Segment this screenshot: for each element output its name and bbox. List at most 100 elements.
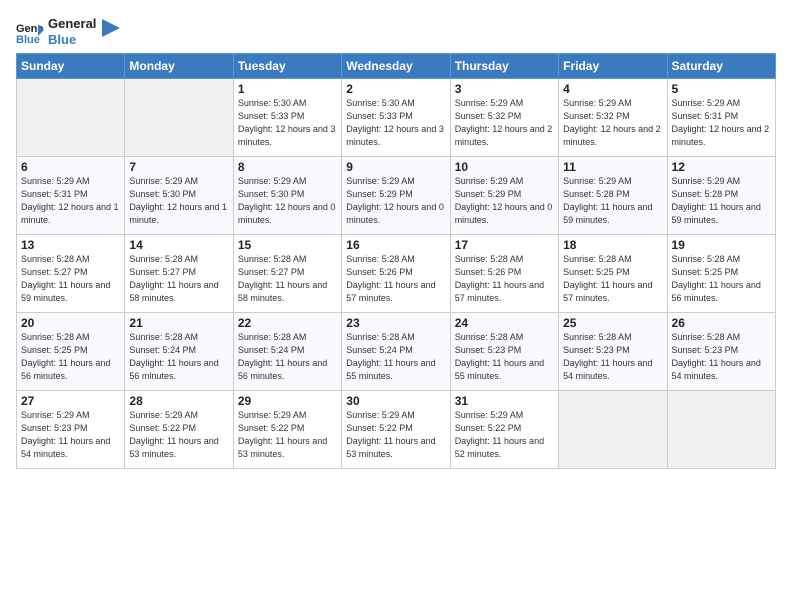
calendar-cell: 7Sunrise: 5:29 AM Sunset: 5:30 PM Daylig… bbox=[125, 157, 233, 235]
day-info: Sunrise: 5:28 AM Sunset: 5:25 PM Dayligh… bbox=[21, 331, 120, 383]
day-info: Sunrise: 5:28 AM Sunset: 5:24 PM Dayligh… bbox=[238, 331, 337, 383]
day-number: 13 bbox=[21, 238, 120, 252]
day-number: 22 bbox=[238, 316, 337, 330]
header: General Blue General Blue bbox=[16, 10, 776, 47]
calendar-cell: 13Sunrise: 5:28 AM Sunset: 5:27 PM Dayli… bbox=[17, 235, 125, 313]
logo-line2: Blue bbox=[48, 32, 96, 48]
day-number: 28 bbox=[129, 394, 228, 408]
calendar-week-2: 6Sunrise: 5:29 AM Sunset: 5:31 PM Daylig… bbox=[17, 157, 776, 235]
day-info: Sunrise: 5:29 AM Sunset: 5:29 PM Dayligh… bbox=[455, 175, 554, 227]
day-info: Sunrise: 5:28 AM Sunset: 5:26 PM Dayligh… bbox=[455, 253, 554, 305]
calendar-week-3: 13Sunrise: 5:28 AM Sunset: 5:27 PM Dayli… bbox=[17, 235, 776, 313]
day-info: Sunrise: 5:28 AM Sunset: 5:24 PM Dayligh… bbox=[346, 331, 445, 383]
day-number: 1 bbox=[238, 82, 337, 96]
calendar-cell: 24Sunrise: 5:28 AM Sunset: 5:23 PM Dayli… bbox=[450, 313, 558, 391]
day-number: 11 bbox=[563, 160, 662, 174]
calendar-cell: 20Sunrise: 5:28 AM Sunset: 5:25 PM Dayli… bbox=[17, 313, 125, 391]
calendar-cell: 29Sunrise: 5:29 AM Sunset: 5:22 PM Dayli… bbox=[233, 391, 341, 469]
logo: General Blue General Blue bbox=[16, 16, 120, 47]
day-info: Sunrise: 5:28 AM Sunset: 5:25 PM Dayligh… bbox=[672, 253, 771, 305]
calendar-cell: 9Sunrise: 5:29 AM Sunset: 5:29 PM Daylig… bbox=[342, 157, 450, 235]
day-info: Sunrise: 5:29 AM Sunset: 5:30 PM Dayligh… bbox=[129, 175, 228, 227]
day-number: 29 bbox=[238, 394, 337, 408]
day-number: 7 bbox=[129, 160, 228, 174]
calendar-cell: 11Sunrise: 5:29 AM Sunset: 5:28 PM Dayli… bbox=[559, 157, 667, 235]
calendar-cell bbox=[559, 391, 667, 469]
col-header-friday: Friday bbox=[559, 54, 667, 79]
day-number: 6 bbox=[21, 160, 120, 174]
day-number: 18 bbox=[563, 238, 662, 252]
col-header-sunday: Sunday bbox=[17, 54, 125, 79]
calendar-cell: 25Sunrise: 5:28 AM Sunset: 5:23 PM Dayli… bbox=[559, 313, 667, 391]
calendar-cell: 14Sunrise: 5:28 AM Sunset: 5:27 PM Dayli… bbox=[125, 235, 233, 313]
day-number: 8 bbox=[238, 160, 337, 174]
col-header-monday: Monday bbox=[125, 54, 233, 79]
col-header-saturday: Saturday bbox=[667, 54, 775, 79]
day-info: Sunrise: 5:28 AM Sunset: 5:27 PM Dayligh… bbox=[21, 253, 120, 305]
day-info: Sunrise: 5:29 AM Sunset: 5:29 PM Dayligh… bbox=[346, 175, 445, 227]
day-number: 3 bbox=[455, 82, 554, 96]
day-info: Sunrise: 5:28 AM Sunset: 5:24 PM Dayligh… bbox=[129, 331, 228, 383]
calendar-cell: 5Sunrise: 5:29 AM Sunset: 5:31 PM Daylig… bbox=[667, 79, 775, 157]
svg-text:Blue: Blue bbox=[16, 34, 40, 44]
day-number: 12 bbox=[672, 160, 771, 174]
day-info: Sunrise: 5:29 AM Sunset: 5:22 PM Dayligh… bbox=[129, 409, 228, 461]
logo-line1: General bbox=[48, 16, 96, 32]
day-number: 24 bbox=[455, 316, 554, 330]
calendar-cell bbox=[17, 79, 125, 157]
logo-icon: General Blue bbox=[16, 20, 44, 44]
day-info: Sunrise: 5:29 AM Sunset: 5:30 PM Dayligh… bbox=[238, 175, 337, 227]
day-info: Sunrise: 5:29 AM Sunset: 5:31 PM Dayligh… bbox=[21, 175, 120, 227]
calendar-cell: 31Sunrise: 5:29 AM Sunset: 5:22 PM Dayli… bbox=[450, 391, 558, 469]
day-info: Sunrise: 5:28 AM Sunset: 5:27 PM Dayligh… bbox=[238, 253, 337, 305]
day-number: 5 bbox=[672, 82, 771, 96]
day-number: 23 bbox=[346, 316, 445, 330]
day-number: 21 bbox=[129, 316, 228, 330]
day-info: Sunrise: 5:28 AM Sunset: 5:23 PM Dayligh… bbox=[455, 331, 554, 383]
day-info: Sunrise: 5:29 AM Sunset: 5:28 PM Dayligh… bbox=[563, 175, 662, 227]
day-number: 10 bbox=[455, 160, 554, 174]
calendar-cell: 18Sunrise: 5:28 AM Sunset: 5:25 PM Dayli… bbox=[559, 235, 667, 313]
day-info: Sunrise: 5:28 AM Sunset: 5:23 PM Dayligh… bbox=[672, 331, 771, 383]
calendar-cell: 4Sunrise: 5:29 AM Sunset: 5:32 PM Daylig… bbox=[559, 79, 667, 157]
calendar-week-1: 1 Sunrise: 5:30 AM Sunset: 5:33 PM Daylig… bbox=[17, 79, 776, 157]
calendar-cell: 21Sunrise: 5:28 AM Sunset: 5:24 PM Dayli… bbox=[125, 313, 233, 391]
calendar-week-5: 27Sunrise: 5:29 AM Sunset: 5:23 PM Dayli… bbox=[17, 391, 776, 469]
day-info: Sunrise: 5:29 AM Sunset: 5:31 PM Dayligh… bbox=[672, 97, 771, 149]
day-number: 25 bbox=[563, 316, 662, 330]
day-number: 16 bbox=[346, 238, 445, 252]
calendar-page: General Blue General Blue SundayMondayTu… bbox=[0, 0, 792, 479]
day-info: Sunrise: 5:29 AM Sunset: 5:32 PM Dayligh… bbox=[455, 97, 554, 149]
day-info: Sunrise: 5:29 AM Sunset: 5:32 PM Dayligh… bbox=[563, 97, 662, 149]
col-header-wednesday: Wednesday bbox=[342, 54, 450, 79]
calendar-cell: 3Sunrise: 5:29 AM Sunset: 5:32 PM Daylig… bbox=[450, 79, 558, 157]
day-number: 14 bbox=[129, 238, 228, 252]
col-header-tuesday: Tuesday bbox=[233, 54, 341, 79]
day-number: 2 bbox=[346, 82, 445, 96]
calendar-cell bbox=[667, 391, 775, 469]
day-info: Sunrise: 5:29 AM Sunset: 5:23 PM Dayligh… bbox=[21, 409, 120, 461]
calendar-cell: 30Sunrise: 5:29 AM Sunset: 5:22 PM Dayli… bbox=[342, 391, 450, 469]
day-number: 9 bbox=[346, 160, 445, 174]
day-info: Sunrise: 5:29 AM Sunset: 5:22 PM Dayligh… bbox=[346, 409, 445, 461]
col-header-thursday: Thursday bbox=[450, 54, 558, 79]
arrow-icon bbox=[102, 19, 120, 37]
day-number: 20 bbox=[21, 316, 120, 330]
calendar-cell: 22Sunrise: 5:28 AM Sunset: 5:24 PM Dayli… bbox=[233, 313, 341, 391]
day-number: 19 bbox=[672, 238, 771, 252]
calendar-cell: 19Sunrise: 5:28 AM Sunset: 5:25 PM Dayli… bbox=[667, 235, 775, 313]
day-info: Sunrise: 5:28 AM Sunset: 5:23 PM Dayligh… bbox=[563, 331, 662, 383]
calendar-cell: 2Sunrise: 5:30 AM Sunset: 5:33 PM Daylig… bbox=[342, 79, 450, 157]
day-number: 30 bbox=[346, 394, 445, 408]
calendar-cell: 17Sunrise: 5:28 AM Sunset: 5:26 PM Dayli… bbox=[450, 235, 558, 313]
day-number: 4 bbox=[563, 82, 662, 96]
calendar-cell: 12Sunrise: 5:29 AM Sunset: 5:28 PM Dayli… bbox=[667, 157, 775, 235]
calendar-cell: 16Sunrise: 5:28 AM Sunset: 5:26 PM Dayli… bbox=[342, 235, 450, 313]
calendar-cell: 1Sunrise: 5:30 AM Sunset: 5:33 PM Daylig… bbox=[233, 79, 341, 157]
calendar-cell: 23Sunrise: 5:28 AM Sunset: 5:24 PM Dayli… bbox=[342, 313, 450, 391]
day-number: 27 bbox=[21, 394, 120, 408]
day-number: 26 bbox=[672, 316, 771, 330]
day-info: Sunrise: 5:30 AM Sunset: 5:33 PM Dayligh… bbox=[346, 97, 445, 149]
day-info: Sunrise: 5:29 AM Sunset: 5:28 PM Dayligh… bbox=[672, 175, 771, 227]
calendar-cell bbox=[125, 79, 233, 157]
